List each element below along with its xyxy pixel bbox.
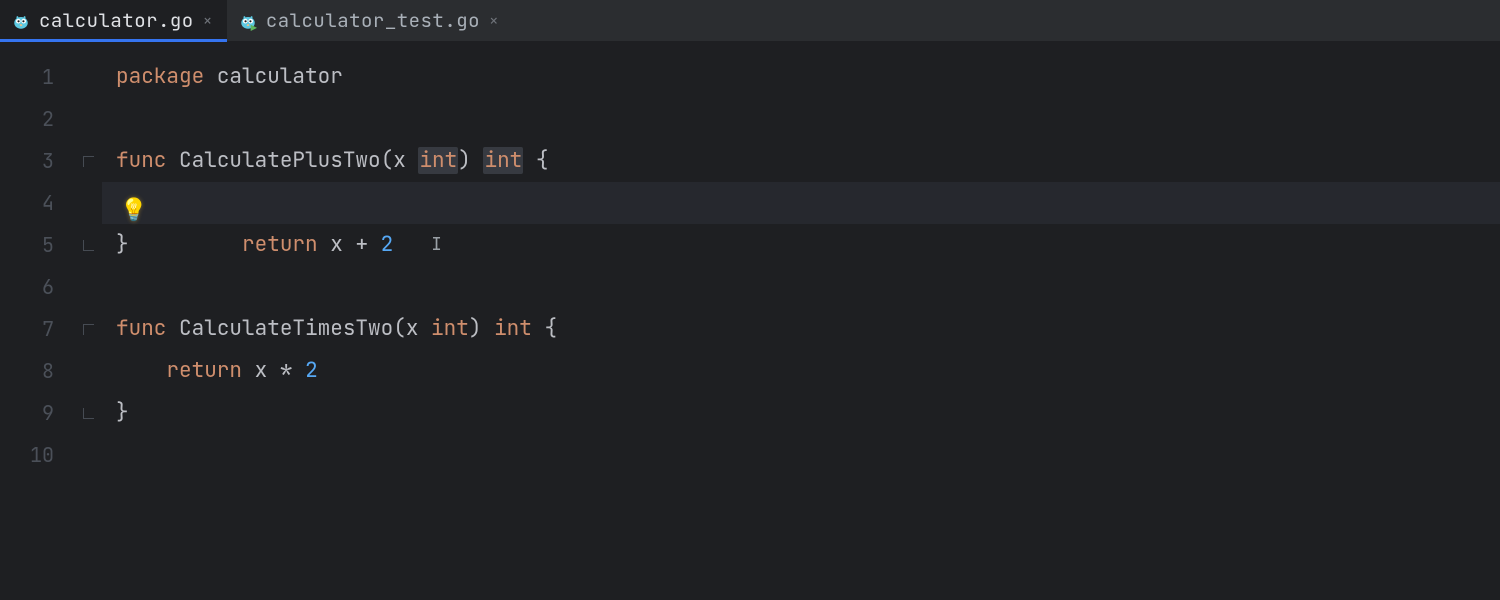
line-number: 9	[0, 392, 74, 434]
line-number: 8	[0, 350, 74, 392]
code-line[interactable]: }	[102, 392, 1500, 434]
fold-toggle[interactable]	[74, 392, 102, 434]
code-line[interactable]: func CalculateTimesTwo(x int) int {	[102, 308, 1500, 350]
tab-calculator-go[interactable]: calculator.go ×	[0, 0, 227, 41]
code-line[interactable]: }	[102, 224, 1500, 266]
line-number: 5	[0, 224, 74, 266]
tab-bar: calculator.go × calculator_test.go ×	[0, 0, 1500, 42]
line-number: 3	[0, 140, 74, 182]
tab-calculator-test-go[interactable]: calculator_test.go ×	[227, 0, 513, 41]
operator-multiply: *	[280, 357, 293, 384]
param-type: int	[418, 147, 458, 174]
code-line[interactable]	[102, 434, 1500, 476]
func-name: CalculateTimesTwo	[179, 315, 393, 342]
line-number: 6	[0, 266, 74, 308]
keyword-func: func	[116, 315, 166, 342]
code-line[interactable]	[102, 98, 1500, 140]
fold-toggle[interactable]	[74, 140, 102, 182]
code-line[interactable]: func CalculatePlusTwo(x int) int {	[102, 140, 1500, 182]
line-number-gutter: 1 2 3 4 5 6 7 8 9 10	[0, 42, 74, 600]
line-number: 7	[0, 308, 74, 350]
code-line[interactable]	[102, 266, 1500, 308]
go-test-file-icon	[239, 12, 257, 30]
fold-toggle[interactable]	[74, 308, 102, 350]
return-type: int	[483, 147, 523, 174]
package-name: calculator	[217, 63, 343, 90]
param-name: x	[393, 147, 406, 174]
return-type: int	[494, 315, 532, 342]
line-number: 1	[0, 56, 74, 98]
line-number: 10	[0, 434, 74, 476]
code-line[interactable]: package calculator	[102, 56, 1500, 98]
code-area[interactable]: package calculator func CalculatePlusTwo…	[102, 42, 1500, 600]
code-line-current[interactable]: 💡 return x + 2 I	[102, 182, 1500, 224]
fold-gutter	[74, 42, 102, 600]
identifier: x	[255, 357, 268, 384]
keyword-package: package	[116, 63, 204, 90]
close-icon[interactable]: ×	[203, 12, 213, 29]
line-number: 4	[0, 182, 74, 224]
number-literal: 2	[305, 357, 318, 384]
param-type: int	[431, 315, 469, 342]
close-icon[interactable]: ×	[489, 12, 499, 29]
code-line[interactable]: return x * 2	[102, 350, 1500, 392]
go-file-icon	[12, 12, 30, 30]
keyword-func: func	[116, 147, 166, 174]
fold-toggle[interactable]	[74, 224, 102, 266]
func-name: CalculatePlusTwo	[179, 147, 381, 174]
code-editor[interactable]: 1 2 3 4 5 6 7 8 9 10 package calculator …	[0, 42, 1500, 600]
param-name: x	[406, 315, 419, 342]
tab-label: calculator.go	[39, 8, 194, 33]
keyword-return: return	[166, 357, 242, 384]
line-number: 2	[0, 98, 74, 140]
tab-label: calculator_test.go	[266, 8, 480, 33]
